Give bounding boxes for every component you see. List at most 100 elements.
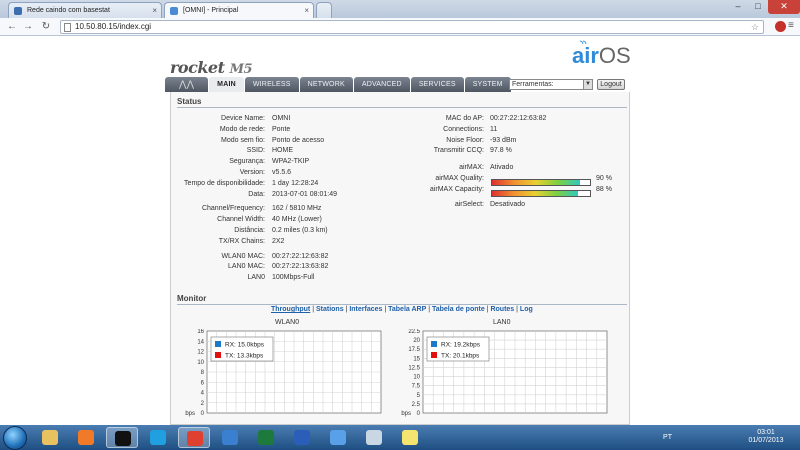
tab-close-icon[interactable]: × — [152, 6, 157, 15]
status-value: WPA2-TKIP — [272, 158, 310, 166]
status-key: airMAX Capacity: — [429, 185, 484, 193]
browser-app-icon — [222, 430, 238, 445]
browser-tab-1[interactable]: [OMNI] - Principal × — [164, 2, 314, 18]
y-tick-label: 5 — [417, 393, 421, 399]
lan0-throughput-chart: 0 2.5 5 7.5 10 12.5 15 17.5 20 22.5 kbps RX: 19.2kb… — [401, 329, 608, 417]
status-value: Ponte — [272, 125, 291, 133]
monitor-link-stations[interactable]: Stations — [316, 306, 344, 313]
taskbar-app-folder[interactable] — [34, 427, 66, 448]
forward-arrow-icon[interactable]: → — [22, 21, 34, 33]
status-value: OMNI — [272, 115, 291, 122]
tab-advanced[interactable]: ADVANCED — [353, 77, 410, 92]
monitor-link-tabela-de-ponte[interactable]: Tabela de ponte — [432, 306, 485, 313]
y-tick-label: 0 — [201, 411, 205, 417]
y-tick-label: 22.5 — [408, 329, 420, 335]
media-player-icon — [78, 430, 94, 445]
status-key: Version: — [239, 169, 265, 176]
maximize-icon[interactable]: □ — [748, 0, 768, 14]
status-value: 00:27:22:13:63:82 — [272, 263, 329, 271]
status-key: Tempo de disponibilidade: — [184, 179, 265, 187]
y-tick-label: 10 — [413, 375, 420, 381]
page-icon — [64, 23, 71, 32]
taskbar-app-excel[interactable] — [250, 427, 282, 448]
status-value: 00:27:22:12:63:82 — [490, 115, 547, 122]
status-key: Modo de rede: — [219, 125, 265, 133]
browser-toolbar: ← → ↻ 10.50.80.15/index.cgi ☆ ≡ — [0, 18, 800, 36]
main-nav: ⋀⋀ MAIN WIRELESS NETWORK ADVANCED SERVIC… — [165, 77, 512, 92]
status-value: HOME — [272, 147, 293, 155]
status-value: 100Mbps-Full — [272, 274, 315, 282]
ubnt-logo-tab[interactable]: ⋀⋀ — [165, 77, 209, 92]
y-tick-label: 14 — [197, 339, 204, 345]
taskbar-app-itunes[interactable] — [322, 427, 354, 448]
chevron-down-icon: ▼ — [583, 80, 592, 89]
status-value: -93 dBm — [490, 136, 517, 144]
logo-model-text: M5 — [229, 62, 253, 77]
close-window-icon[interactable]: ✕ — [768, 0, 800, 14]
status-key: Segurança: — [229, 158, 265, 166]
tools-select[interactable]: Ferramentas: ▼ — [509, 79, 593, 90]
clock-date: 01/07/2013 — [748, 437, 784, 444]
wlan0-chart-title: WLAN0 — [275, 319, 300, 326]
monitor-link-log[interactable]: Log — [520, 306, 533, 313]
tab-network[interactable]: NETWORK — [299, 77, 353, 92]
tab-services[interactable]: SERVICES — [410, 77, 464, 92]
clock[interactable]: 03:01 01/07/2013 — [746, 429, 786, 445]
taskbar-app-cmd[interactable] — [106, 427, 138, 448]
legend-swatch — [215, 352, 221, 358]
reload-icon[interactable]: ↻ — [40, 21, 52, 33]
airos-logo: ◝◝ airOS — [572, 39, 631, 69]
taskbar-app-skype[interactable] — [142, 427, 174, 448]
taskbar-app-word[interactable] — [286, 427, 318, 448]
monitor-link-throughput[interactable]: Throughput — [271, 306, 310, 313]
taskbar-app-browser-app[interactable] — [214, 427, 246, 448]
address-bar[interactable]: 10.50.80.15/index.cgi ☆ — [60, 20, 764, 34]
new-tab-button[interactable] — [316, 2, 332, 18]
status-key: SSID: — [246, 147, 265, 155]
status-value: 00:27:22:12:63:82 — [272, 252, 329, 260]
bookmark-star-icon[interactable]: ☆ — [751, 21, 759, 33]
taskbar-app-sticky-notes[interactable] — [394, 427, 426, 448]
browser-tab-0[interactable]: Rede caindo com basestat × — [8, 2, 162, 18]
minimize-icon[interactable]: – — [728, 0, 748, 14]
y-tick-label: 8 — [201, 370, 205, 376]
monitor-link-tabela-arp[interactable]: Tabela ARP — [388, 306, 426, 313]
sticky-notes-icon — [402, 430, 418, 445]
legend-label: RX: 19.2kbps — [441, 342, 481, 349]
status-key: Channel/Frequency: — [201, 205, 265, 213]
monitor-link-interfaces[interactable]: Interfaces — [349, 306, 382, 313]
status-key: Connections: — [443, 125, 484, 133]
status-key: MAC do AP: — [445, 115, 484, 122]
start-button[interactable] — [3, 426, 27, 450]
taskbar-app-media-player[interactable] — [70, 427, 102, 448]
monitor-link-routes[interactable]: Routes — [490, 306, 514, 313]
tab-close-icon[interactable]: × — [304, 6, 309, 15]
status-value: Ponto de acesso — [272, 136, 325, 144]
skype-icon — [150, 430, 166, 445]
logout-button[interactable]: Logout — [597, 79, 625, 90]
status-key: airMAX Quality: — [435, 175, 484, 182]
status-value: 97.8 % — [490, 147, 512, 155]
status-key: Device Name: — [221, 115, 265, 122]
status-value: Ativado — [490, 164, 514, 172]
y-tick-label: 0 — [417, 411, 421, 417]
status-right-column: MAC do AP: 00:27:22:12:63:82 Connections: 1… — [391, 92, 631, 282]
tab-system[interactable]: SYSTEM — [464, 77, 511, 92]
status-value: 1 day 12:28:24 — [272, 179, 319, 187]
y-tick-label: 6 — [201, 380, 205, 386]
status-key: WLAN0 MAC: — [221, 252, 265, 260]
window-controls: – □ ✕ — [728, 0, 800, 16]
rss-favicon-icon — [170, 7, 178, 15]
language-indicator[interactable]: PT — [663, 434, 672, 441]
status-left-column: Device Name: OMNI Modo de rede: Ponte Modo s… — [171, 92, 391, 282]
tab-main[interactable]: MAIN — [209, 77, 244, 92]
tab-wireless[interactable]: WIRELESS — [244, 77, 299, 92]
browser-menu-icon[interactable]: ≡ — [788, 20, 798, 32]
back-arrow-icon[interactable]: ← — [6, 21, 18, 33]
monitor-links: Throughput | Stations | Interfaces | Tab… — [271, 306, 533, 313]
wifi-icon: ◝◝ — [580, 39, 587, 48]
browser-tab-title: Rede caindo com basestat — [27, 7, 110, 14]
taskbar-app-chrome[interactable] — [178, 427, 210, 448]
taskbar-app-network-app[interactable] — [358, 427, 390, 448]
extension-icon[interactable] — [775, 21, 786, 32]
